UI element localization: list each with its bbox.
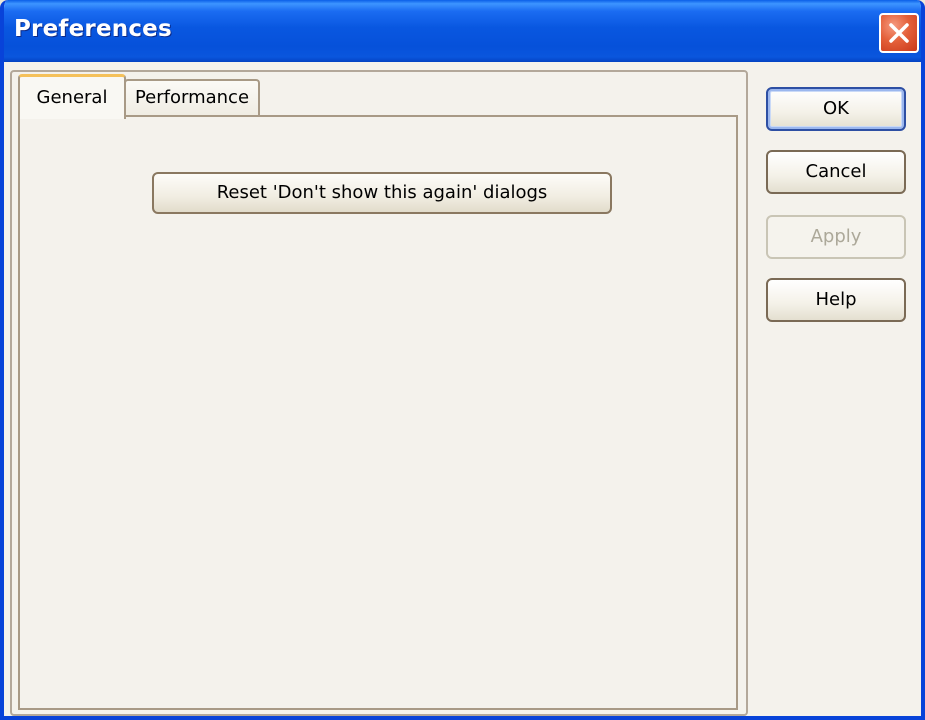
reset-dialogs-button[interactable]: Reset 'Don't show this again' dialogs	[152, 172, 612, 214]
tab-performance[interactable]: Performance	[124, 79, 260, 117]
tab-general[interactable]: General	[18, 74, 126, 119]
ok-button[interactable]: OK	[766, 87, 906, 131]
cancel-button[interactable]: Cancel	[766, 150, 906, 194]
apply-button[interactable]: Apply	[766, 215, 906, 259]
tab-general-label: General	[36, 87, 108, 108]
help-button[interactable]: Help	[766, 278, 906, 322]
close-button[interactable]	[879, 13, 919, 53]
close-icon	[889, 23, 909, 43]
tab-performance-label: Performance	[134, 87, 250, 108]
window-title: Preferences	[14, 16, 172, 42]
title-bar[interactable]: Preferences	[4, 0, 921, 62]
